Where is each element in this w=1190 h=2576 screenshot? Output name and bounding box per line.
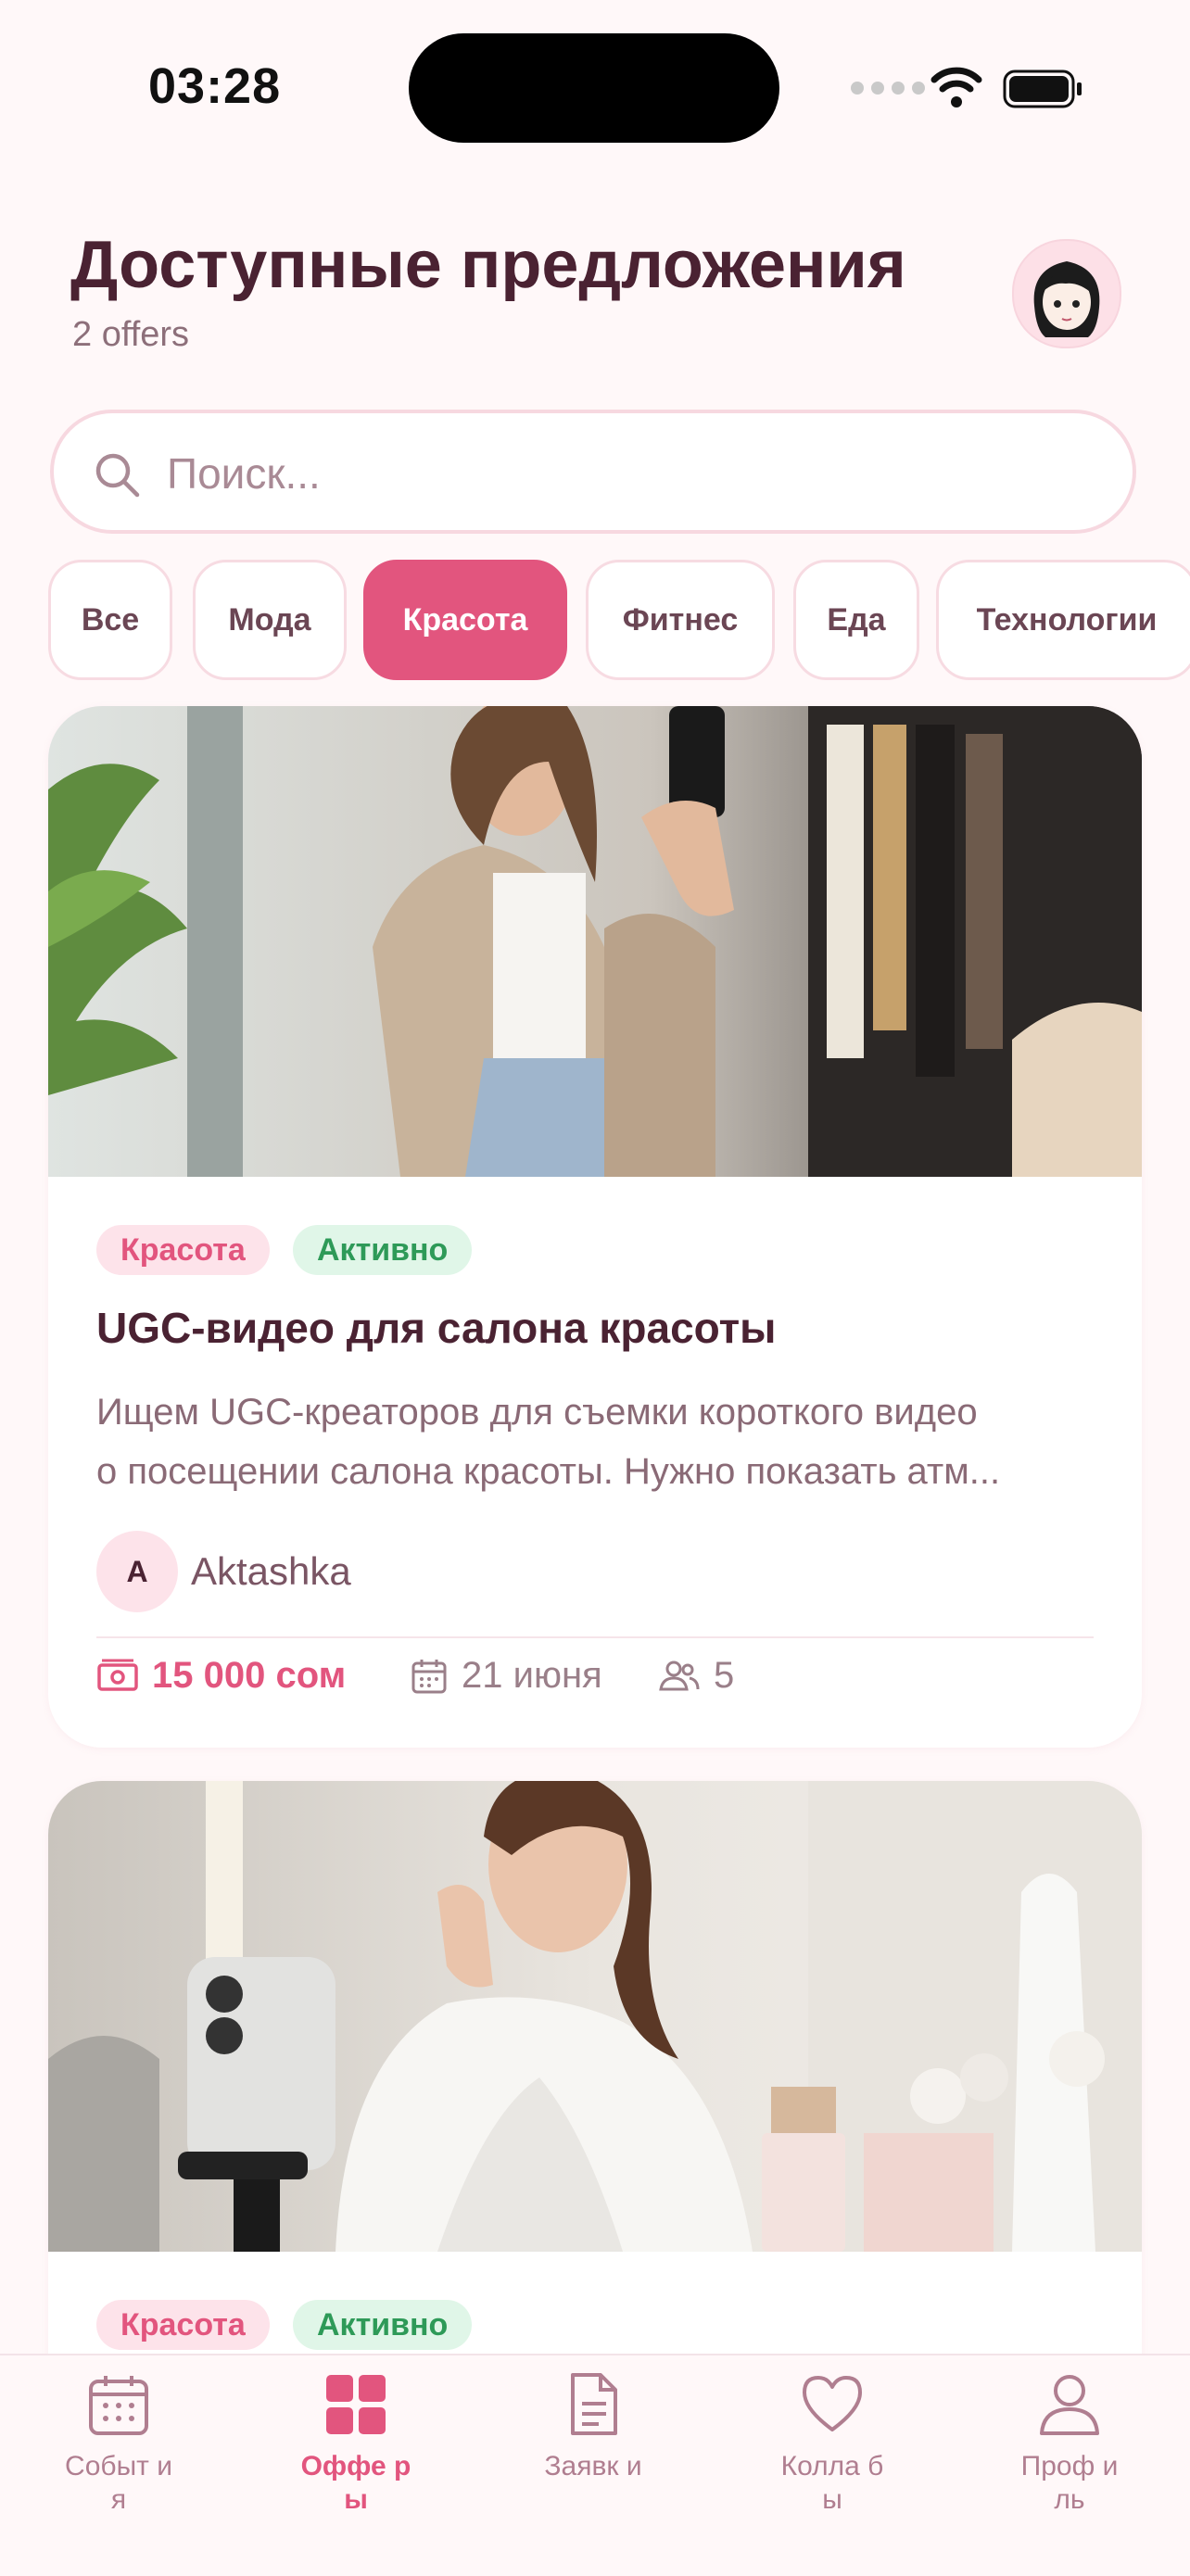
document-icon [571, 2373, 617, 2435]
tab-applications[interactable]: Заявк и [500, 2372, 686, 2483]
anime-girl-avatar-icon [1033, 261, 1100, 337]
offer-image-fashion-selfie [48, 706, 1142, 1177]
search-bar[interactable] [50, 410, 1136, 534]
offer-description-line-2: о посещении салона красоты. Нужно показа… [96, 1451, 1001, 1492]
author-avatar: A [96, 1531, 178, 1612]
category-filter: Все Мода Красота Фитнес Еда Технологии [48, 560, 1190, 680]
chip-fashion[interactable]: Мода [193, 560, 347, 680]
calendar-icon [411, 1659, 447, 1693]
chip-fitness[interactable]: Фитнес [586, 560, 775, 680]
offer-participants-value: 5 [714, 1655, 735, 1696]
page-title: Доступные предложения [70, 228, 906, 302]
offer-price: 15 000 сом [96, 1655, 346, 1697]
tab-offers[interactable]: Оффе ры [263, 2372, 449, 2517]
search-input[interactable] [165, 437, 1095, 510]
users-icon [659, 1661, 700, 1690]
chip-technology[interactable]: Технологии [936, 560, 1190, 680]
offer-card[interactable]: Красота Активно UGC-видео для салона кра… [48, 706, 1142, 1748]
tab-bar: Событ ия Оффе ры Заявк и Колла бы Проф и… [0, 2354, 1190, 2576]
status-badge: Активно [293, 1225, 473, 1275]
dynamic-island [409, 33, 779, 143]
tab-collabs-label: Колла бы [780, 2451, 884, 2515]
tab-offers-label: Оффе ры [300, 2451, 411, 2515]
search-icon [95, 453, 140, 498]
category-badge: Красота [96, 1225, 270, 1275]
author-name[interactable]: Aktashka [191, 1549, 351, 1594]
battery-icon [1003, 69, 1082, 108]
status-bar: 03:28 [0, 0, 1190, 176]
offer-date: 21 июня [410, 1655, 602, 1697]
card-divider [96, 1636, 1094, 1638]
tab-profile-label: Проф иль [1020, 2451, 1119, 2515]
offers-count: 2 offers [72, 315, 190, 354]
offer-description-line-1: Ищем UGC-креаторов для съемки короткого … [96, 1392, 978, 1433]
status-badge: Активно [293, 2300, 473, 2350]
category-badge: Красота [96, 2300, 270, 2350]
tab-events-label: Событ ия [65, 2451, 172, 2515]
offer-card[interactable]: Красота Активно [48, 1781, 1142, 2430]
tab-collabs[interactable]: Колла бы [740, 2372, 925, 2517]
offer-title: UGC-видео для салона красоты [96, 1304, 777, 1352]
status-time: 03:28 [148, 58, 282, 114]
tab-events[interactable]: Событ ия [26, 2372, 211, 2517]
calendar-icon [89, 2376, 148, 2435]
user-icon [1040, 2375, 1099, 2435]
chip-food[interactable]: Еда [793, 560, 919, 680]
grid-icon [326, 2375, 386, 2434]
chip-all[interactable]: Все [48, 560, 172, 680]
cellular-signal-icon [851, 82, 925, 95]
offer-price-value: 15 000 сом [152, 1655, 347, 1696]
tab-applications-label: Заявк и [544, 2451, 642, 2481]
wifi-icon [930, 67, 982, 107]
tab-profile[interactable]: Проф иль [977, 2372, 1162, 2517]
chip-beauty[interactable]: Красота [363, 560, 567, 680]
profile-avatar[interactable] [1012, 239, 1121, 348]
money-icon [97, 1659, 138, 1691]
offer-date-value: 21 июня [462, 1655, 602, 1696]
heart-icon [803, 2376, 862, 2431]
offer-image-skincare [48, 1781, 1142, 2252]
offer-participants: 5 [658, 1655, 734, 1697]
